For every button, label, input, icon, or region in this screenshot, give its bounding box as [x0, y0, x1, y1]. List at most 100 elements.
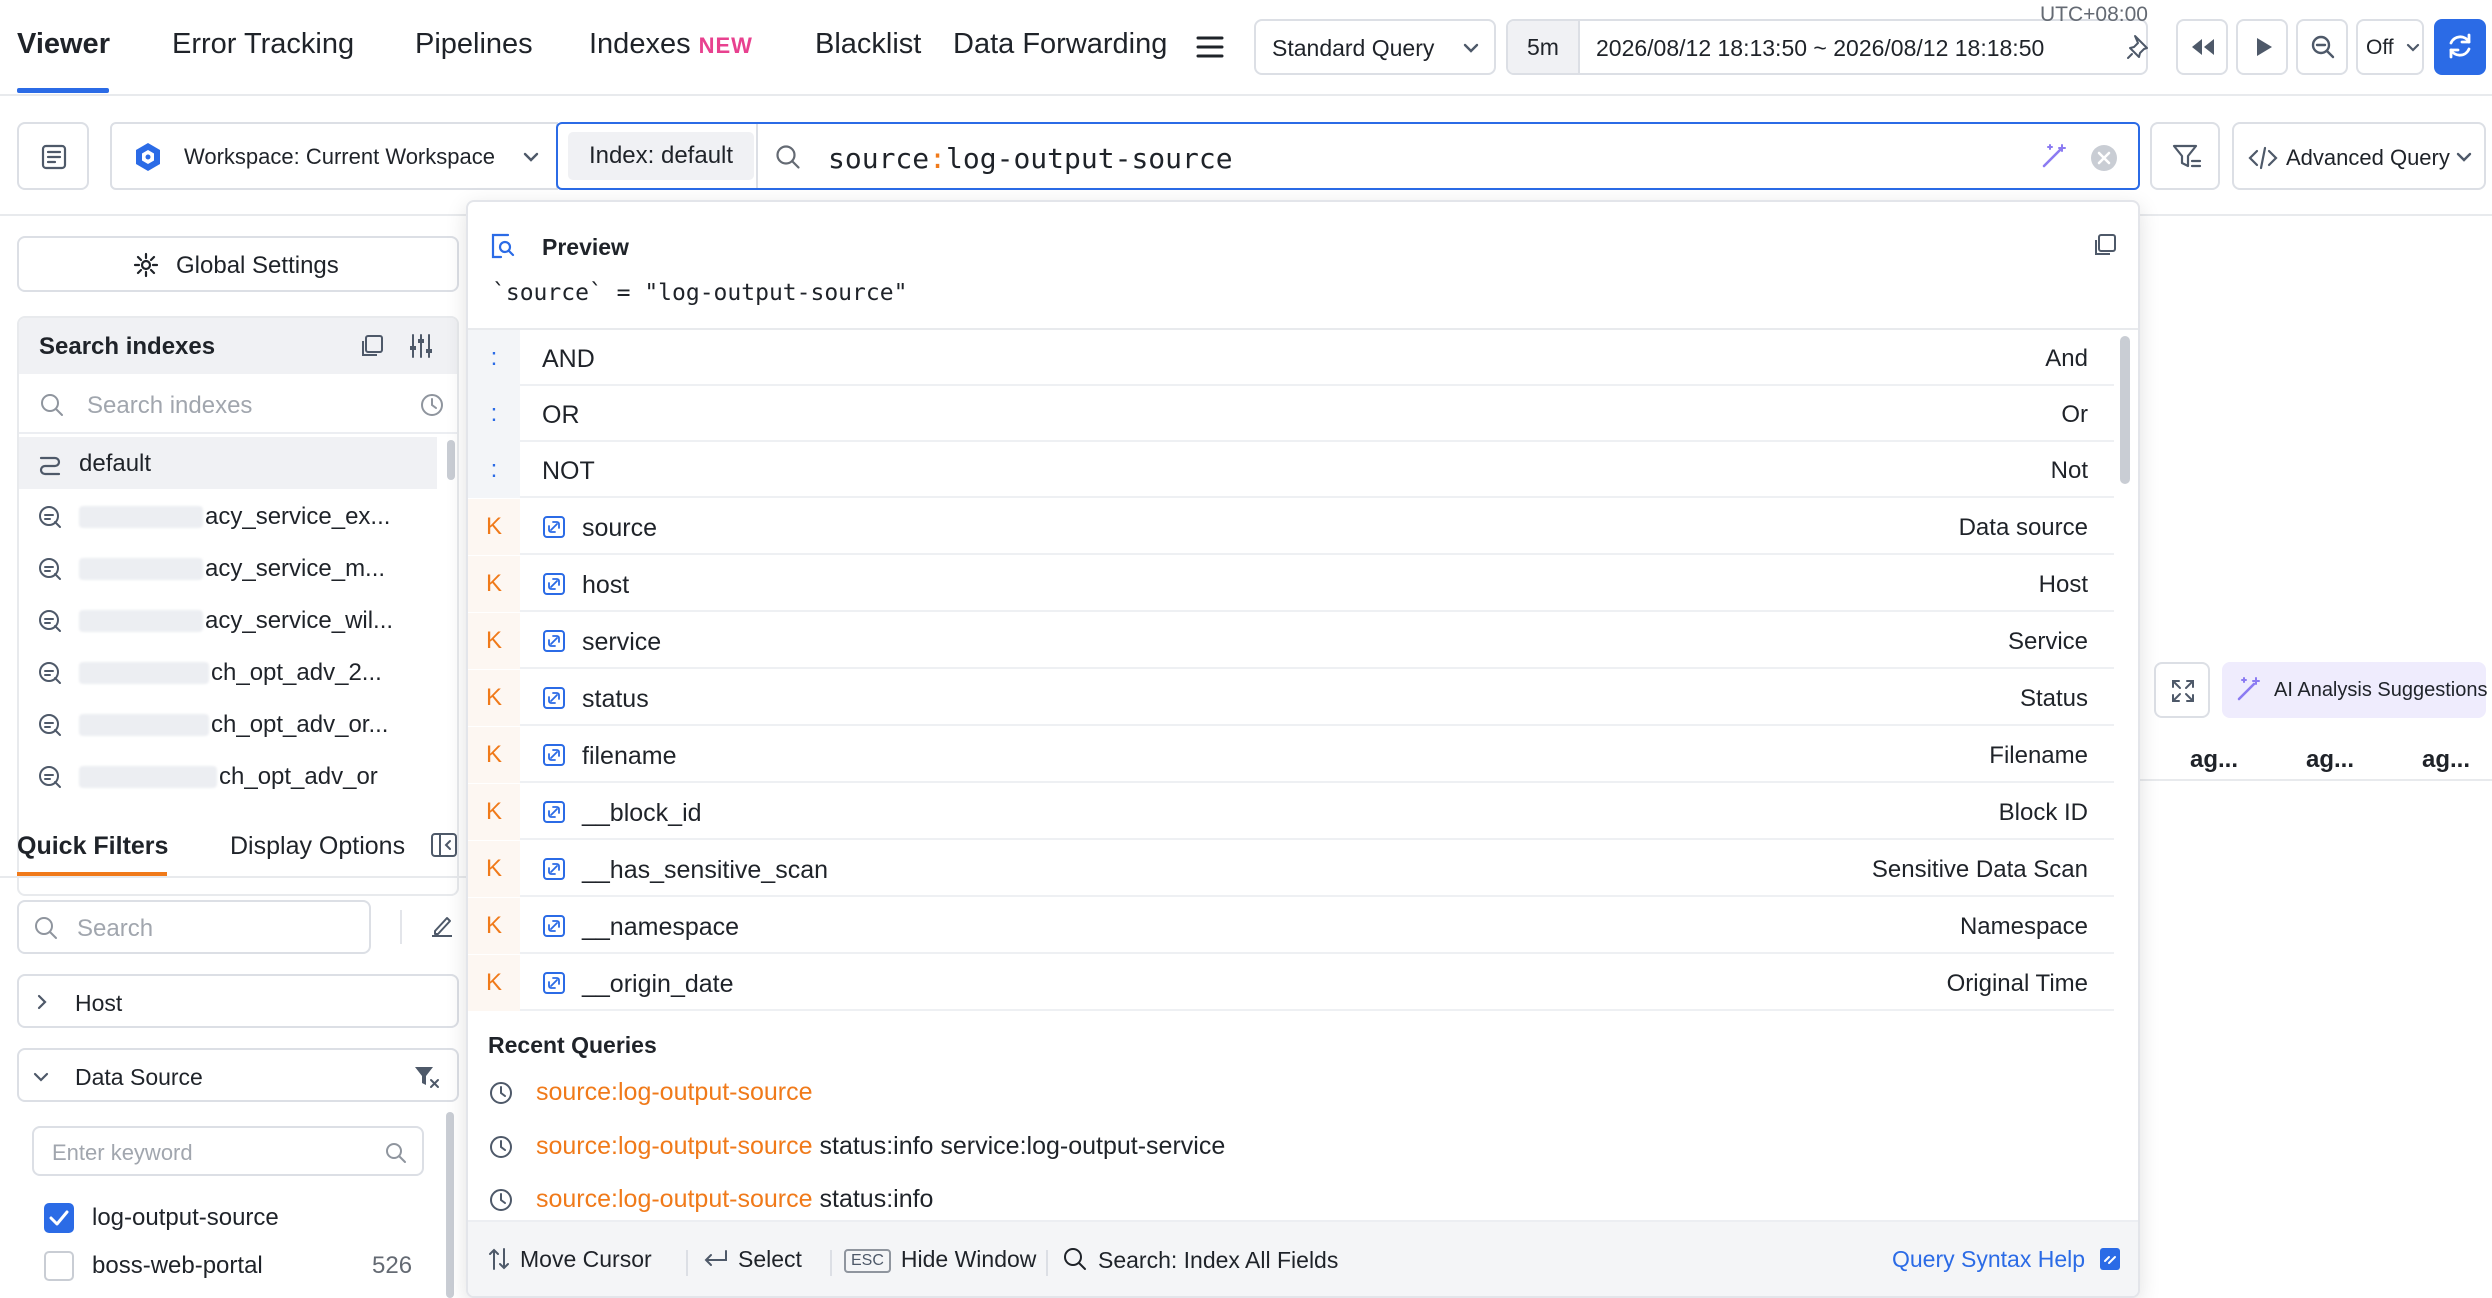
- workspace-select[interactable]: Workspace: Current Workspace: [110, 122, 558, 190]
- source-option[interactable]: boss-web-portal 526: [32, 1244, 432, 1288]
- filter-scrollbar[interactable]: [446, 1112, 454, 1298]
- field-icon: [542, 800, 566, 824]
- suggestion-name: __has_sensitive_scan: [582, 856, 828, 884]
- clear-icon[interactable]: [2090, 144, 2118, 172]
- tab-pipelines[interactable]: Pipelines: [415, 28, 533, 61]
- sidebar-toggle-button[interactable]: [17, 122, 89, 190]
- redacted-text: [79, 610, 203, 632]
- suggestion-desc: Host: [2038, 571, 2088, 598]
- index-item[interactable]: ch_opt_adv_or...: [19, 698, 437, 750]
- tab-error-tracking[interactable]: Error Tracking: [172, 28, 354, 61]
- suggestion-row-field[interactable]: K source Data source: [468, 499, 2114, 555]
- suggestion-name: filename: [582, 742, 677, 770]
- rewind-button[interactable]: [2176, 19, 2228, 75]
- index-icon: [37, 712, 63, 738]
- copy-icon[interactable]: [2092, 232, 2118, 258]
- time-range-short[interactable]: 5m: [1508, 21, 1580, 73]
- index-item[interactable]: ch_opt_adv_or: [19, 750, 437, 802]
- index-item[interactable]: ch_opt_adv_2...: [19, 646, 437, 698]
- keyword-input[interactable]: Enter keyword: [32, 1126, 424, 1176]
- suggestion-row-field[interactable]: K filename Filename: [468, 727, 2114, 783]
- suggestion-name: OR: [542, 401, 580, 429]
- suggestion-row-field[interactable]: K host Host: [468, 556, 2114, 612]
- suggestion-row-operator[interactable]: : OR Or: [468, 386, 2114, 442]
- time-range-picker[interactable]: 5m 2026/08/12 18:13:50 ~ 2026/08/12 18:1…: [1506, 19, 2148, 75]
- edit-icon[interactable]: [428, 912, 456, 940]
- ai-analysis-button[interactable]: AI Analysis Suggestions: [2222, 662, 2487, 718]
- redacted-text: [79, 766, 217, 788]
- history-icon[interactable]: [419, 392, 445, 418]
- query-mode-select[interactable]: Standard Query: [1254, 19, 1496, 75]
- index-item[interactable]: acy_service_m...: [19, 542, 437, 594]
- source-option-label: log-output-source: [92, 1204, 279, 1231]
- index-item[interactable]: acy_service_ex...: [19, 490, 437, 542]
- fullscreen-button[interactable]: [2154, 662, 2210, 718]
- index-chip[interactable]: Index: default: [568, 132, 754, 180]
- history-icon: [488, 1134, 514, 1160]
- column-header[interactable]: ag...: [2306, 746, 2354, 774]
- suggestion-type: K: [468, 841, 520, 897]
- suggestion-row-field[interactable]: K __block_id Block ID: [468, 784, 2114, 840]
- suggestion-desc: And: [2045, 345, 2088, 372]
- suggestion-desc: Status: [2019, 685, 2088, 712]
- filter-settings-button[interactable]: [2150, 122, 2220, 190]
- suggestion-type: :: [468, 442, 520, 498]
- tab-blacklist[interactable]: Blacklist: [815, 28, 921, 61]
- filter-group-data-source[interactable]: Data Source: [17, 1048, 459, 1102]
- query-syntax-help-link[interactable]: Query Syntax Help: [1892, 1246, 2121, 1273]
- source-option[interactable]: log-output-source: [32, 1196, 432, 1240]
- suggestion-row-operator[interactable]: : NOT Not: [468, 442, 2114, 498]
- zoom-out-button[interactable]: [2296, 19, 2348, 75]
- checkbox-checked[interactable]: [44, 1203, 74, 1233]
- pin-icon[interactable]: [2126, 33, 2152, 61]
- suggestion-type: K: [468, 727, 520, 783]
- suggestion-row-field[interactable]: K __origin_date Original Time: [468, 955, 2114, 1011]
- filter-group-host[interactable]: Host: [17, 974, 459, 1028]
- tab-data-forwarding[interactable]: Data Forwarding: [953, 28, 1167, 61]
- play-button[interactable]: [2236, 19, 2288, 75]
- column-header[interactable]: ag...: [2190, 746, 2238, 774]
- suggestion-row-field[interactable]: K status Status: [468, 670, 2114, 726]
- query-text[interactable]: source:log-output-source: [828, 142, 1233, 175]
- new-badge: NEW: [698, 33, 753, 58]
- clear-filter-icon[interactable]: [413, 1064, 441, 1090]
- global-settings-button[interactable]: Global Settings: [17, 236, 459, 292]
- redacted-text: [79, 662, 209, 684]
- advanced-query-button[interactable]: Advanced Query: [2232, 122, 2486, 190]
- sliders-icon[interactable]: [407, 332, 435, 360]
- suggestion-row-field[interactable]: K __has_sensitive_scan Sensitive Data Sc…: [468, 841, 2114, 897]
- search-indexes-field[interactable]: Search indexes: [19, 374, 457, 434]
- collapse-panel-icon[interactable]: [430, 832, 458, 858]
- suggestion-row-field[interactable]: K __namespace Namespace: [468, 898, 2114, 954]
- menu-icon[interactable]: [1196, 34, 1224, 60]
- timezone-label: UTC+08:00: [2040, 3, 2148, 26]
- filter-search-input[interactable]: Search: [17, 900, 371, 954]
- chevron-down-icon: [1462, 41, 1480, 55]
- tab-viewer[interactable]: Viewer: [17, 28, 110, 61]
- tab-display-options[interactable]: Display Options: [230, 832, 405, 861]
- tab-quick-filters[interactable]: Quick Filters: [17, 832, 168, 861]
- suggestion-scrollbar[interactable]: [2120, 336, 2130, 484]
- code-icon: [2248, 146, 2278, 170]
- filter-group-label: Data Source: [75, 1064, 203, 1090]
- ai-magic-icon[interactable]: [2040, 142, 2068, 170]
- checkbox-unchecked[interactable]: [44, 1251, 74, 1281]
- search-icon: [39, 392, 65, 418]
- index-list-scrollbar[interactable]: [447, 440, 455, 480]
- tab-indexes[interactable]: Indexes NEW: [589, 28, 753, 61]
- index-item-default[interactable]: default: [19, 437, 437, 489]
- suggestion-row-field[interactable]: K service Service: [468, 613, 2114, 669]
- suggestion-name: source: [582, 514, 658, 542]
- index-icon: [37, 660, 63, 686]
- column-header[interactable]: ag...: [2422, 746, 2470, 774]
- divider: [1046, 1250, 1048, 1276]
- tab-indexes-label: Indexes: [589, 28, 691, 60]
- refresh-button[interactable]: [2434, 19, 2486, 75]
- recent-query-rest: status:info: [812, 1185, 934, 1213]
- index-item[interactable]: acy_service_wil...: [19, 594, 437, 646]
- suggestion-name: status: [582, 685, 649, 713]
- recent-query-highlight: source:log-output-source: [536, 1078, 813, 1106]
- refresh-interval-select[interactable]: Off: [2356, 19, 2424, 75]
- copy-icon[interactable]: [359, 333, 385, 359]
- suggestion-row-operator[interactable]: : AND And: [468, 330, 2114, 386]
